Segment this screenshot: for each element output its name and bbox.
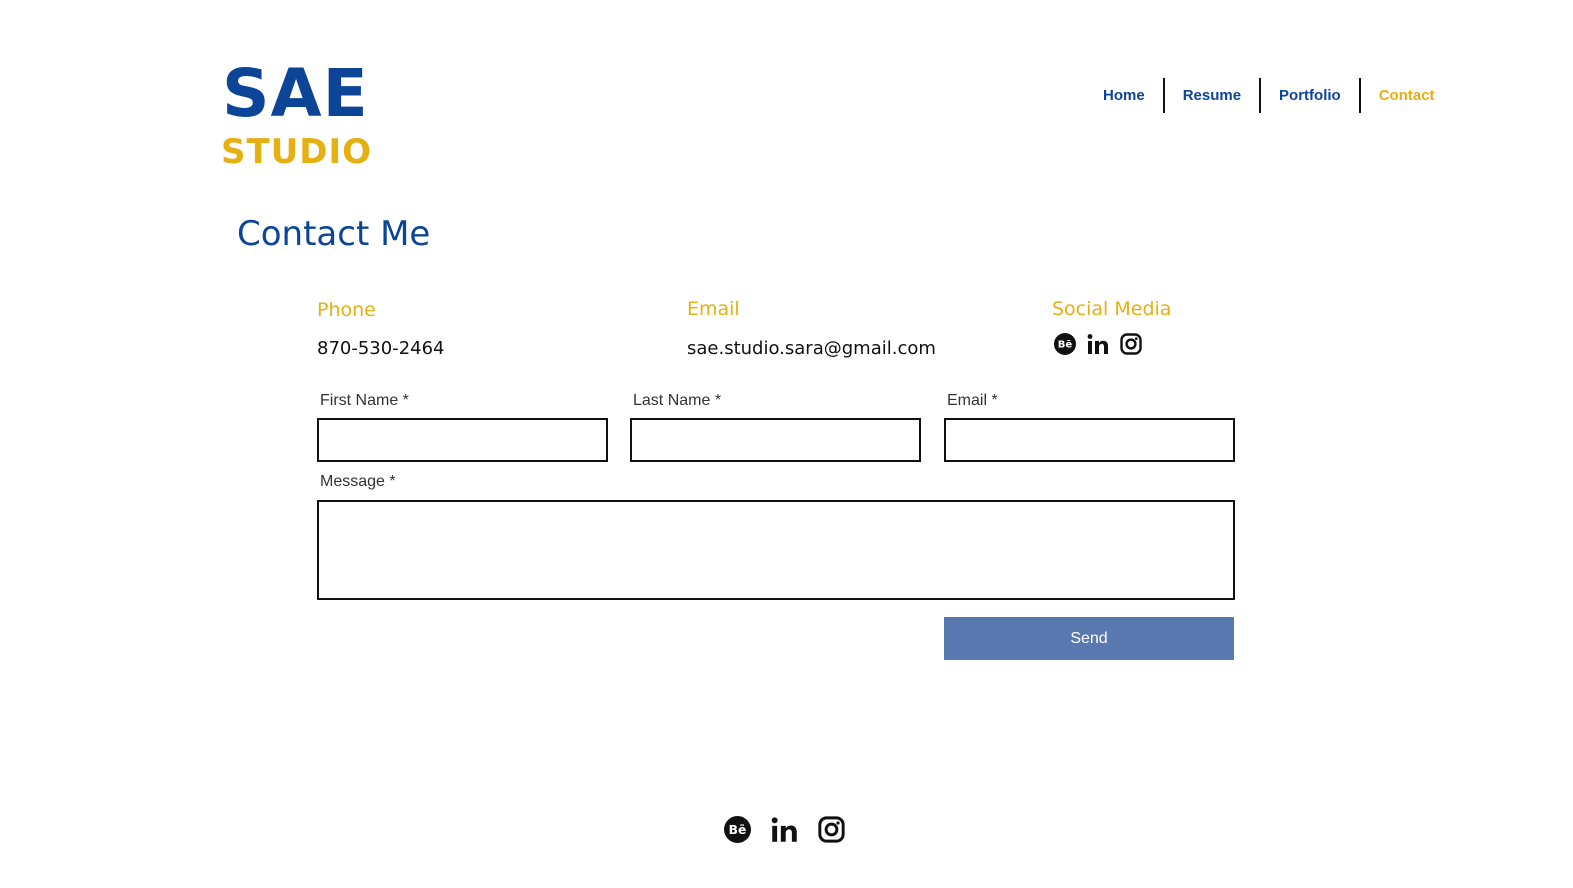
linkedin-icon[interactable] <box>1087 333 1109 359</box>
phone-value: 870-530-2464 <box>317 338 445 359</box>
last-name-label: Last Name * <box>633 392 722 409</box>
message-label: Message * <box>320 473 396 490</box>
instagram-icon[interactable] <box>1120 333 1142 359</box>
main-nav: Home Resume Portfolio Contact <box>1085 78 1453 113</box>
nav-portfolio[interactable]: Portfolio <box>1261 78 1359 113</box>
logo-sae: SAE <box>222 55 369 132</box>
nav-resume[interactable]: Resume <box>1165 78 1259 113</box>
email-input[interactable] <box>944 418 1235 462</box>
nav-contact[interactable]: Contact <box>1361 78 1453 113</box>
first-name-input[interactable] <box>317 418 608 462</box>
phone-label: Phone <box>317 299 376 321</box>
social-media-label: Social Media <box>1052 298 1172 320</box>
social-icons: Bē <box>1054 333 1142 359</box>
behance-icon[interactable]: Bē <box>1054 333 1076 359</box>
email-info-value: sae.studio.sara@gmail.com <box>687 338 936 359</box>
svg-text:Bē: Bē <box>729 823 747 837</box>
page-title: Contact Me <box>237 214 431 254</box>
last-name-input[interactable] <box>630 418 921 462</box>
email-info-label: Email <box>687 298 740 320</box>
behance-icon[interactable]: Bē <box>724 816 751 847</box>
nav-home[interactable]: Home <box>1085 78 1163 113</box>
first-name-label: First Name * <box>320 392 409 409</box>
message-textarea[interactable] <box>317 500 1235 600</box>
svg-text:Bē: Bē <box>1058 340 1073 351</box>
email-label: Email * <box>947 392 998 409</box>
send-button[interactable]: Send <box>944 617 1234 660</box>
footer-social-icons: Bē <box>724 816 845 847</box>
instagram-icon[interactable] <box>818 816 845 847</box>
linkedin-icon[interactable] <box>771 816 798 847</box>
logo-studio: STUDIO <box>221 132 373 172</box>
